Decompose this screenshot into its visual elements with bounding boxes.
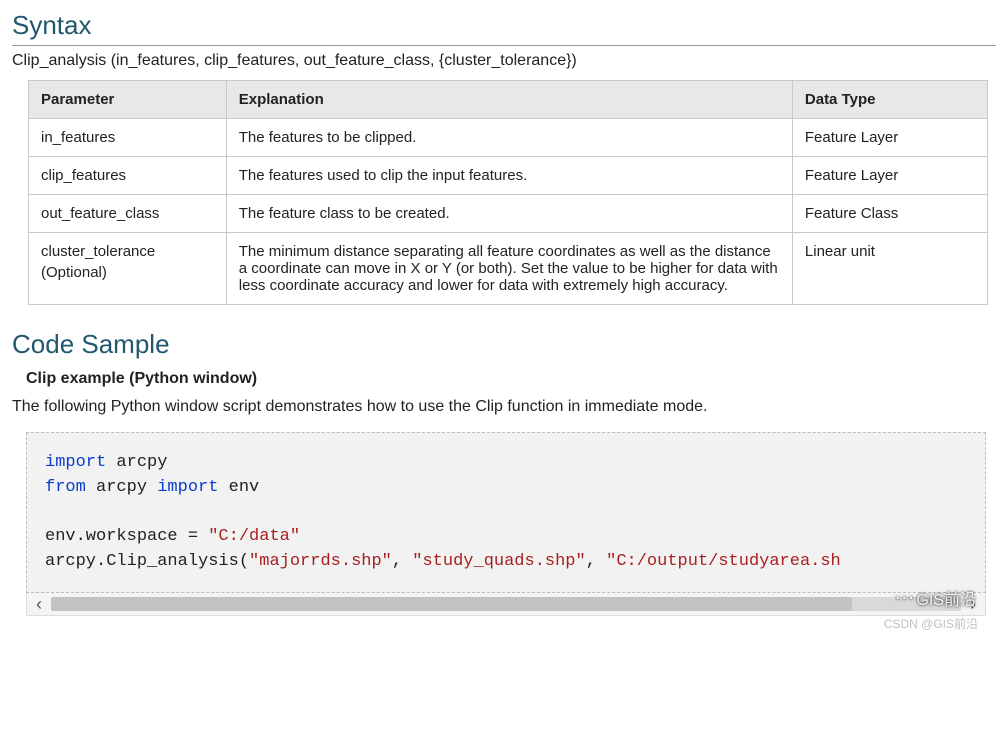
param-explanation-cell: The feature class to be created. <box>226 195 792 233</box>
code-token: "C:/data" <box>208 527 300 546</box>
code-token: env.workspace = <box>45 527 208 546</box>
code-container: import arcpy from arcpy import env env.w… <box>26 432 986 616</box>
syntax-heading: Syntax <box>12 10 996 46</box>
code-token: import <box>157 478 218 497</box>
code-token: arcpy <box>86 478 157 497</box>
param-name-cell: clip_features <box>29 157 227 195</box>
param-name-cell: in_features <box>29 119 227 157</box>
code-block[interactable]: import arcpy from arcpy import env env.w… <box>26 432 986 593</box>
param-datatype-cell: Linear unit <box>792 233 987 305</box>
code-token: arcpy.Clip_analysis( <box>45 552 249 571</box>
parameter-table: Parameter Explanation Data Type in_featu… <box>28 80 988 305</box>
code-token: , <box>586 552 606 571</box>
code-sample-subheading: Clip example (Python window) <box>26 370 996 388</box>
scroll-right-arrow[interactable]: › <box>961 594 985 615</box>
horizontal-scrollbar[interactable]: ‹ › <box>26 593 986 616</box>
code-token: import <box>45 453 106 472</box>
code-token: "majorrds.shp" <box>249 552 392 571</box>
csdn-credit: CSDN @GIS前沿 <box>884 615 978 632</box>
code-sample-description: The following Python window script demon… <box>12 398 996 416</box>
scroll-left-arrow[interactable]: ‹ <box>27 594 51 615</box>
table-row: out_feature_classThe feature class to be… <box>29 195 988 233</box>
th-data-type: Data Type <box>792 81 987 119</box>
param-datatype-cell: Feature Class <box>792 195 987 233</box>
code-token: "study_quads.shp" <box>412 552 585 571</box>
param-name-cell: out_feature_class <box>29 195 227 233</box>
param-optional-label: (Optional) <box>41 264 214 281</box>
param-datatype-cell: Feature Layer <box>792 157 987 195</box>
param-name-cell: cluster_tolerance(Optional) <box>29 233 227 305</box>
table-row: in_featuresThe features to be clipped.Fe… <box>29 119 988 157</box>
scroll-track[interactable] <box>51 597 961 611</box>
code-token: , <box>392 552 412 571</box>
table-row: cluster_tolerance(Optional)The minimum d… <box>29 233 988 305</box>
scroll-thumb[interactable] <box>51 597 852 611</box>
param-explanation-cell: The features to be clipped. <box>226 119 792 157</box>
th-parameter: Parameter <box>29 81 227 119</box>
code-token: arcpy <box>106 453 167 472</box>
code-token: "C:/output/studyarea.sh <box>606 552 841 571</box>
code-sample-heading: Code Sample <box>12 329 996 364</box>
param-explanation-cell: The minimum distance separating all feat… <box>226 233 792 305</box>
code-token: from <box>45 478 86 497</box>
syntax-signature: Clip_analysis (in_features, clip_feature… <box>12 52 996 70</box>
table-row: clip_featuresThe features used to clip t… <box>29 157 988 195</box>
param-explanation-cell: The features used to clip the input feat… <box>226 157 792 195</box>
code-token: env <box>218 478 259 497</box>
th-explanation: Explanation <box>226 81 792 119</box>
param-datatype-cell: Feature Layer <box>792 119 987 157</box>
